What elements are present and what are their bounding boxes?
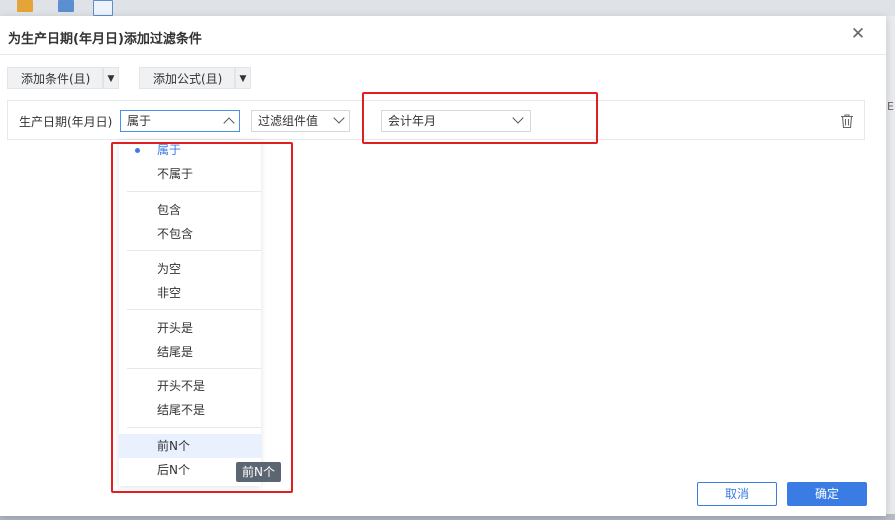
map-chart-icon: [17, 0, 33, 12]
ok-button[interactable]: 确定: [787, 482, 867, 506]
cancel-button[interactable]: 取消: [697, 482, 777, 506]
chevron-down-icon: [333, 112, 345, 124]
chevron-up-icon: [223, 117, 235, 129]
dialog-title: 为生产日期(年月日)添加过滤条件: [8, 32, 202, 47]
add-formula-dropdown-icon[interactable]: ▼: [235, 67, 251, 89]
add-formula-button[interactable]: 添加公式(且): [139, 67, 235, 89]
value-type-value: 过滤组件值: [258, 114, 319, 128]
add-condition-dropdown-icon[interactable]: ▼: [103, 67, 119, 89]
highlight-box-value: [362, 92, 598, 144]
highlight-box-dropdown: [111, 142, 293, 493]
value-type-select[interactable]: 过滤组件值: [251, 110, 350, 132]
header-divider: [0, 54, 886, 55]
add-condition-label: 添加条件(且): [21, 72, 91, 86]
background-right-panel: 3E: [880, 16, 895, 520]
field-label: 生产日期(年月日): [19, 115, 113, 129]
grid-chart-icon: [58, 0, 74, 12]
bar-chart-icon: [93, 0, 113, 16]
background-toolbar: [0, 0, 895, 17]
add-condition-button[interactable]: 添加条件(且): [7, 67, 103, 89]
operator-value: 属于: [127, 114, 152, 128]
add-formula-label: 添加公式(且): [153, 72, 223, 86]
operator-select[interactable]: 属于: [120, 110, 240, 132]
close-icon[interactable]: ✕: [850, 26, 866, 43]
trash-icon[interactable]: [840, 113, 854, 129]
